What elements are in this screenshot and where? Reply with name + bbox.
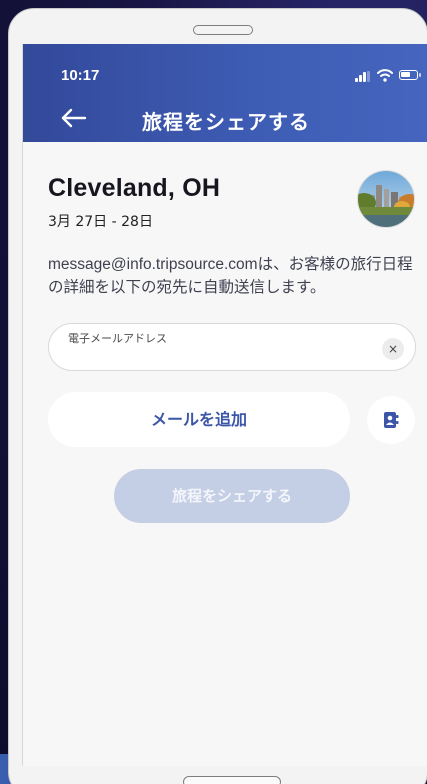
- email-field-label: 電子メールアドレス: [68, 332, 167, 345]
- clear-button[interactable]: ×: [382, 338, 404, 360]
- page-title: 旅程をシェアする: [142, 110, 310, 134]
- phone-speaker: [193, 25, 253, 35]
- email-field[interactable]: 電子メールアドレス ×: [48, 323, 416, 371]
- share-explanation: message@info.tripsource.comは、お客様の旅行日程の詳細…: [48, 256, 413, 296]
- city-photo: [357, 170, 415, 228]
- email-input[interactable]: [67, 346, 367, 366]
- wifi-icon: [377, 69, 393, 82]
- home-button[interactable]: [183, 776, 281, 784]
- app-header: 10:17 旅程をシェアする: [23, 44, 427, 142]
- share-itinerary-button[interactable]: 旅程をシェアする: [114, 469, 350, 523]
- battery-icon: [399, 70, 421, 80]
- signal-bars-icon: [355, 71, 371, 82]
- phone-frame: 10:17 旅程をシェアする Cleveland, OH 3月 27日 - 28…: [8, 8, 427, 784]
- app-screen: 10:17 旅程をシェアする Cleveland, OH 3月 27日 - 28…: [22, 44, 427, 766]
- status-icons: [355, 68, 421, 82]
- status-time: 10:17: [61, 67, 100, 84]
- trip-dates: 3月 27日 - 28日: [48, 214, 153, 230]
- trip-city: Cleveland, OH: [48, 174, 221, 202]
- contact-book-icon: [384, 412, 399, 428]
- contacts-button[interactable]: [367, 396, 415, 444]
- add-email-button[interactable]: メールを追加: [48, 392, 350, 447]
